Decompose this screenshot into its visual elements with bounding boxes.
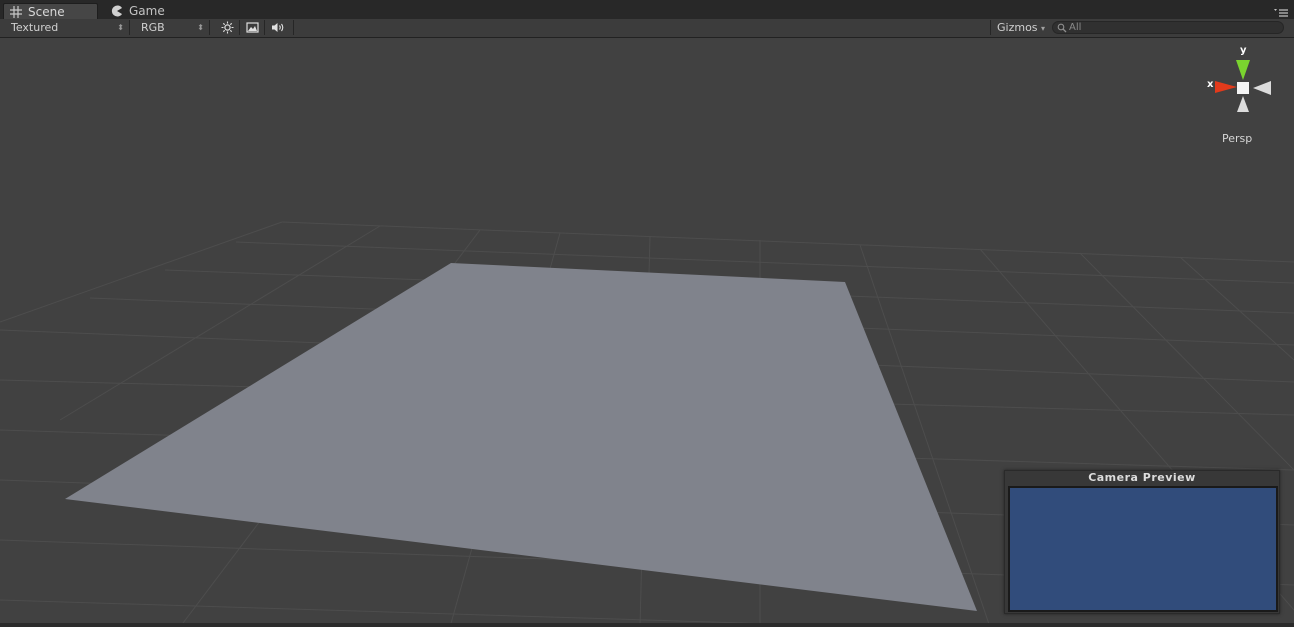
gizmos-dropdown[interactable]: Gizmos ▾	[990, 20, 1048, 35]
render-mode-arrows-icon: ⬍	[117, 23, 124, 32]
bottom-edge	[0, 623, 1294, 627]
y-axis-label: y	[1240, 45, 1247, 56]
ground-plane[interactable]	[65, 263, 977, 611]
scene-toolbar: Textured ⬍ RGB ⬍ Gizmos ▾	[0, 19, 1294, 38]
tab-bar: Scene Game	[0, 0, 1294, 20]
orientation-gizmo[interactable]	[1203, 50, 1283, 130]
speaker-icon	[272, 23, 284, 32]
center-cube[interactable]	[1237, 82, 1249, 94]
effects-toggle-button[interactable]	[241, 20, 265, 35]
channel-arrows-icon: ⬍	[197, 23, 204, 32]
gizmos-label: Gizmos	[997, 21, 1038, 34]
y-axis-cone[interactable]	[1236, 60, 1250, 80]
panel-menu-icon[interactable]	[1274, 8, 1288, 18]
lighting-toggle-button[interactable]	[216, 20, 240, 35]
channel-dropdown[interactable]: RGB ⬍	[134, 20, 210, 35]
tab-scene-label: Scene	[28, 5, 65, 19]
tab-game[interactable]: Game	[105, 3, 185, 19]
pacman-icon	[111, 5, 122, 17]
render-mode-value: Textured	[11, 21, 59, 34]
x-axis-cone[interactable]	[1215, 81, 1237, 93]
camera-preview-view	[1008, 486, 1278, 612]
audio-toggle-button[interactable]	[266, 20, 294, 35]
grid-icon	[10, 6, 22, 18]
x-axis-label: x	[1207, 79, 1214, 90]
tab-scene[interactable]: Scene	[3, 3, 98, 19]
camera-preview-title: Camera Preview	[1088, 471, 1196, 484]
neg-x-axis-cone[interactable]	[1253, 81, 1271, 95]
camera-preview-panel: Camera Preview	[1004, 470, 1280, 614]
sun-icon	[221, 21, 234, 34]
search-input[interactable]	[1069, 21, 1269, 34]
picture-icon	[246, 22, 259, 33]
gizmos-arrow-icon: ▾	[1041, 24, 1046, 33]
tab-game-label: Game	[129, 4, 165, 18]
search-field[interactable]	[1052, 21, 1284, 34]
projection-label[interactable]: Persp	[1222, 132, 1252, 145]
channel-value: RGB	[141, 21, 165, 34]
render-mode-dropdown[interactable]: Textured ⬍	[4, 20, 130, 35]
neg-y-axis-cone[interactable]	[1237, 96, 1249, 112]
search-icon	[1057, 23, 1067, 33]
